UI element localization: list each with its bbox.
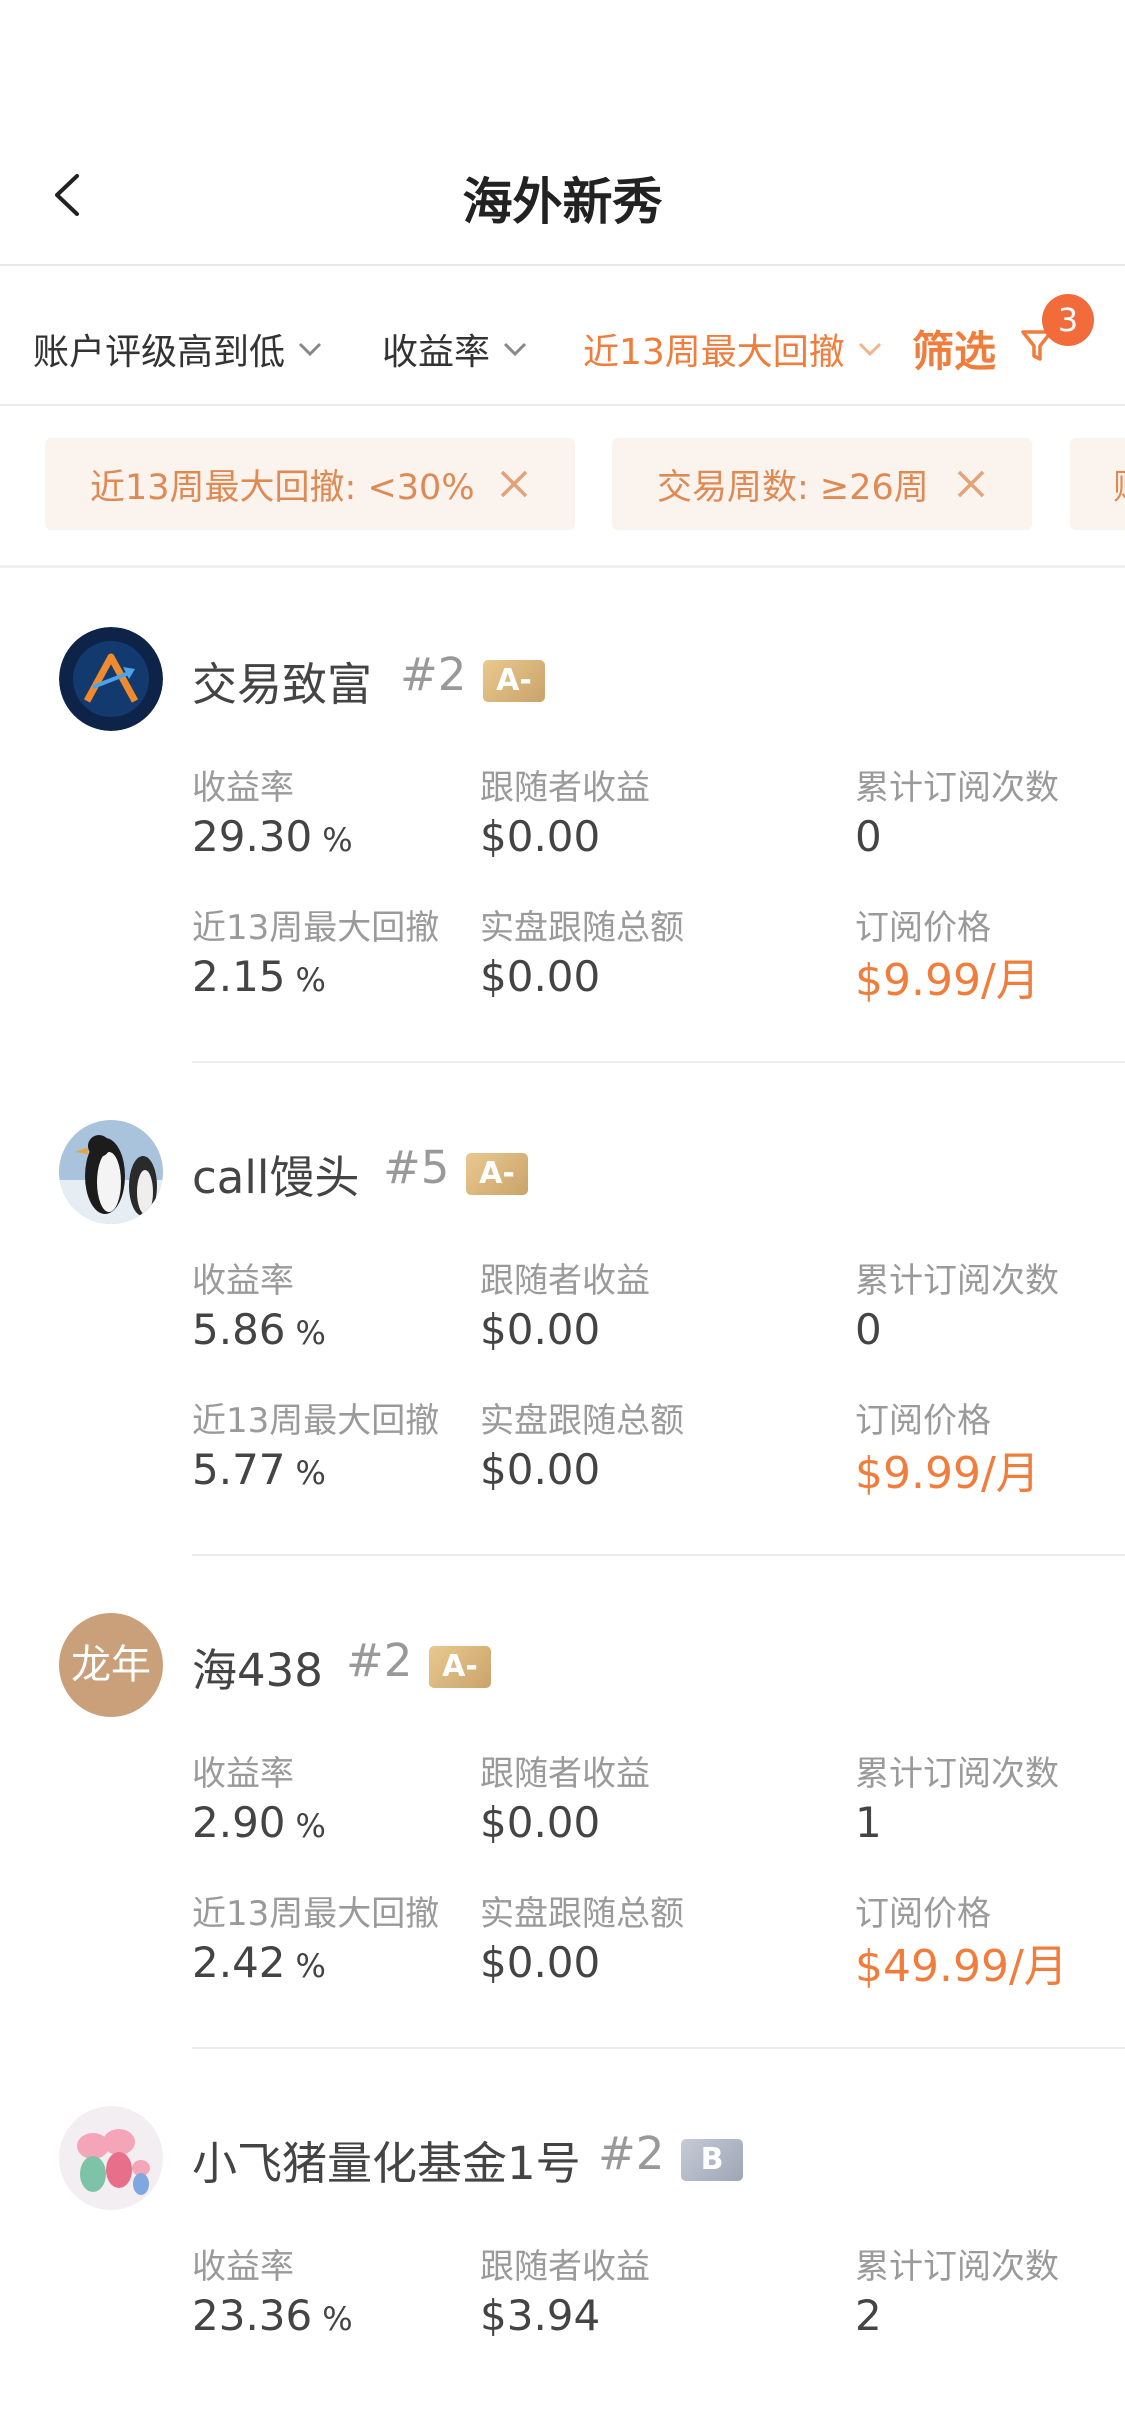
follower-profit-value: $0.00 [480, 812, 601, 861]
price-label: 订阅价格 [855, 1894, 991, 1934]
follower-profit-label: 跟随者收益 [480, 1261, 650, 1301]
follower-profit-label: 跟随者收益 [480, 2247, 650, 2287]
price-label: 订阅价格 [855, 1401, 991, 1441]
follow-total-value: $0.00 [480, 952, 601, 1001]
follower-profit-value: $0.00 [480, 1305, 601, 1354]
navigation-bar: 海外新秀 [0, 120, 1125, 266]
subscription-count-value: 0 [855, 812, 882, 861]
filter-chip-label: 近13周最大回撤: <30% [90, 467, 475, 508]
active-filters: 近13周最大回撤: <30% 交易周数: ≥26周 账 [0, 408, 1125, 568]
drawdown-label: 近13周最大回撤 [192, 1894, 440, 1934]
pig-family-icon [59, 2106, 163, 2210]
return-label: 收益率 [192, 768, 294, 808]
drawdown-value: 2.42% [192, 1938, 326, 1987]
close-icon[interactable] [498, 468, 530, 500]
return-value: 29.30% [192, 812, 353, 861]
penguin-icon [59, 1120, 163, 1224]
grade-badge: A- [483, 660, 545, 702]
grade-badge: A- [466, 1153, 528, 1195]
follower-profit-label: 跟随者收益 [480, 768, 650, 808]
trader-card[interactable]: call馒头 #5 A- 收益率 跟随者收益 累计订阅次数 5.86% $0.0… [0, 1063, 1125, 1556]
sort-return[interactable]: 收益率 [382, 323, 528, 375]
chevron-down-icon [503, 342, 527, 357]
sort-drawdown-label: 近13周最大回撤 [583, 332, 845, 373]
subscription-count-value: 2 [855, 2291, 882, 2340]
trader-rank: #2 [346, 1634, 413, 1687]
subscription-price: $49.99/月 [855, 1941, 1068, 1992]
grade-badge: A- [429, 1646, 491, 1688]
follow-total-value: $0.00 [480, 1445, 601, 1494]
trader-name: call馒头 [192, 1151, 360, 1204]
filter-button[interactable]: 筛选 [912, 318, 996, 379]
avatar [59, 2106, 163, 2210]
follow-total-label: 实盘跟随总额 [480, 1894, 684, 1934]
return-label: 收益率 [192, 2247, 294, 2287]
drawdown-value: 5.77% [192, 1445, 326, 1494]
trader-card[interactable]: 交易致富 #2 A- 收益率 跟随者收益 累计订阅次数 29.30% $0.00… [0, 570, 1125, 1063]
return-label: 收益率 [192, 1754, 294, 1794]
subscription-price: $9.99/月 [855, 955, 1040, 1006]
logo-icon [59, 627, 163, 731]
trader-rank: #2 [400, 648, 467, 701]
sort-rating-label: 账户评级高到低 [33, 332, 286, 373]
subscription-count-label: 累计订阅次数 [855, 2247, 1059, 2287]
subscription-count-value: 0 [855, 1305, 882, 1354]
trader-card[interactable]: 小飞猪量化基金1号 #2 B 收益率 跟随者收益 累计订阅次数 23.36% $… [0, 2049, 1125, 2436]
subscription-count-value: 1 [855, 1798, 882, 1847]
follower-profit-label: 跟随者收益 [480, 1754, 650, 1794]
drawdown-value: 2.15% [192, 952, 326, 1001]
drawdown-label: 近13周最大回撤 [192, 1401, 440, 1441]
filter-chip[interactable]: 账 [1070, 438, 1125, 530]
close-icon[interactable] [955, 468, 987, 500]
trader-name: 海438 [192, 1644, 323, 1697]
subscription-count-label: 累计订阅次数 [855, 1261, 1059, 1301]
trader-name: 小飞猪量化基金1号 [192, 2137, 581, 2190]
sort-drawdown[interactable]: 近13周最大回撤 [583, 323, 883, 375]
follower-profit-value: $3.94 [480, 2291, 601, 2340]
follow-total-value: $0.00 [480, 1938, 601, 1987]
return-label: 收益率 [192, 1261, 294, 1301]
return-value: 23.36% [192, 2291, 353, 2340]
sort-rating[interactable]: 账户评级高到低 [33, 323, 323, 375]
avatar [59, 1120, 163, 1224]
trader-name: 交易致富 [192, 658, 373, 711]
trader-rank: #5 [383, 1141, 450, 1194]
filter-chip[interactable]: 交易周数: ≥26周 [612, 438, 1032, 530]
filter-count-badge: 3 [1042, 294, 1094, 346]
filter-chip[interactable]: 近13周最大回撤: <30% [45, 438, 575, 530]
price-label: 订阅价格 [855, 908, 991, 948]
follow-total-label: 实盘跟随总额 [480, 1401, 684, 1441]
avatar [59, 627, 163, 731]
subscription-count-label: 累计订阅次数 [855, 768, 1059, 808]
subscription-price: $9.99/月 [855, 1448, 1040, 1499]
sort-return-label: 收益率 [382, 332, 491, 373]
subscription-count-label: 累计订阅次数 [855, 1754, 1059, 1794]
follower-profit-value: $0.00 [480, 1798, 601, 1847]
grade-badge: B [681, 2139, 743, 2181]
chevron-down-icon [858, 342, 881, 357]
sort-bar: 账户评级高到低 收益率 近13周最大回撤 筛选 [0, 268, 1125, 406]
follow-total-label: 实盘跟随总额 [480, 908, 684, 948]
return-value: 2.90% [192, 1798, 326, 1847]
filter-chip-label: 交易周数: ≥26周 [657, 467, 929, 508]
chevron-down-icon [298, 342, 322, 357]
filter-chip-label: 账 [1113, 459, 1125, 510]
drawdown-label: 近13周最大回撤 [192, 908, 440, 948]
trader-rank: #2 [598, 2127, 665, 2180]
page-title: 海外新秀 [462, 173, 663, 231]
trader-card[interactable]: 龙年 海438 #2 A- 收益率 跟随者收益 累计订阅次数 2.90% $0.… [0, 1556, 1125, 2049]
avatar: 龙年 [59, 1613, 163, 1717]
return-value: 5.86% [192, 1305, 326, 1354]
